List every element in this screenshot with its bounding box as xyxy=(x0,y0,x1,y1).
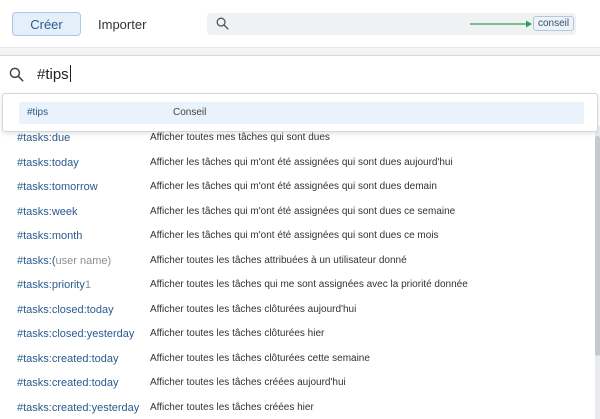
text-caret xyxy=(69,65,71,82)
autocomplete-popup: #tips Conseil xyxy=(2,93,598,132)
top-toolbar: Créer Importer conseil xyxy=(0,0,600,48)
query-value: #tips xyxy=(37,66,69,83)
autocomplete-item[interactable]: #tips Conseil xyxy=(19,102,584,124)
list-item[interactable]: #tasks:today Afficher les tâches qui m'o… xyxy=(0,151,595,175)
filter-tag: #tasks:closed:yesterday xyxy=(17,328,135,340)
filter-tag: #tasks:due xyxy=(17,132,71,144)
filter-description: Afficher toutes les tâches créées aujour… xyxy=(150,377,346,388)
list-item[interactable]: #tasks:created:today Afficher toutes les… xyxy=(0,371,595,395)
filter-description: Afficher toutes les tâches attribuées à … xyxy=(150,254,407,266)
import-button[interactable]: Importer xyxy=(98,12,146,36)
filter-description: Afficher toutes les tâches clôturées auj… xyxy=(150,303,357,315)
list-item[interactable]: #tasks:tomorrow Afficher les tâches qui … xyxy=(0,175,595,199)
filter-tag: #tasks:month xyxy=(17,230,83,242)
scrollbar-thumb[interactable] xyxy=(595,136,600,356)
list-item[interactable]: #tasks:created:yesterday Afficher toutes… xyxy=(0,396,595,419)
query-input-row[interactable]: #tips xyxy=(0,56,600,94)
filter-tag: #tasks:created:yesterday xyxy=(17,401,140,414)
filter-description: Afficher les tâches qui m'ont été assign… xyxy=(150,205,456,217)
query-input[interactable]: #tips xyxy=(37,65,71,83)
filter-description: Afficher toutes mes tâches qui sont dues xyxy=(150,132,330,143)
search-icon xyxy=(9,67,24,82)
list-item[interactable]: #tasks:closed:today Afficher toutes les … xyxy=(0,298,595,322)
filter-tag: #tasks:today xyxy=(17,156,79,169)
filter-tag: #tasks:created:today xyxy=(17,352,119,365)
list-item[interactable]: #tasks:(user name) Afficher toutes les t… xyxy=(0,249,595,273)
filter-tag: #tasks:(user name) xyxy=(17,254,112,267)
list-item[interactable]: #tasks:created:today Afficher toutes les… xyxy=(0,347,595,371)
filter-description: Afficher toutes les tâches qui me sont a… xyxy=(150,279,468,290)
filter-description: Afficher les tâches qui m'ont été assign… xyxy=(150,230,439,241)
arrow-right-icon xyxy=(470,20,532,28)
list-item[interactable]: #tasks:week Afficher les tâches qui m'on… xyxy=(0,200,595,224)
hint-badge[interactable]: conseil xyxy=(533,16,575,31)
autocomplete-tag: #tips xyxy=(27,107,49,118)
list-item[interactable]: #tasks:priority1 Afficher toutes les tâc… xyxy=(0,273,595,297)
filter-description: Afficher les tâches qui m'ont été assign… xyxy=(150,181,437,192)
filter-tag: #tasks:week xyxy=(17,205,78,218)
filter-tag: #tasks:created:today xyxy=(17,377,119,389)
scrollbar[interactable] xyxy=(595,126,600,419)
filter-description: Afficher toutes les tâches créées hier xyxy=(150,401,314,413)
autocomplete-description: Conseil xyxy=(173,107,207,118)
list-item[interactable]: #tasks:closed:yesterday Afficher toutes … xyxy=(0,322,595,346)
filter-tag: #tasks:closed:today xyxy=(17,303,114,316)
create-button[interactable]: Créer xyxy=(12,12,81,36)
filter-description: Afficher toutes les tâches clôturées cet… xyxy=(150,352,370,364)
filter-description: Afficher toutes les tâches clôturées hie… xyxy=(150,328,325,339)
filter-tag: #tasks:tomorrow xyxy=(17,181,98,193)
search-dropdown: #tips #tips Conseil #tasks:due Afficher … xyxy=(0,55,600,419)
filter-description: Afficher les tâches qui m'ont été assign… xyxy=(150,156,453,168)
filter-tag: #tasks:priority1 xyxy=(17,279,91,291)
search-icon xyxy=(216,17,229,30)
list-item[interactable]: #tasks:month Afficher les tâches qui m'o… xyxy=(0,224,595,248)
